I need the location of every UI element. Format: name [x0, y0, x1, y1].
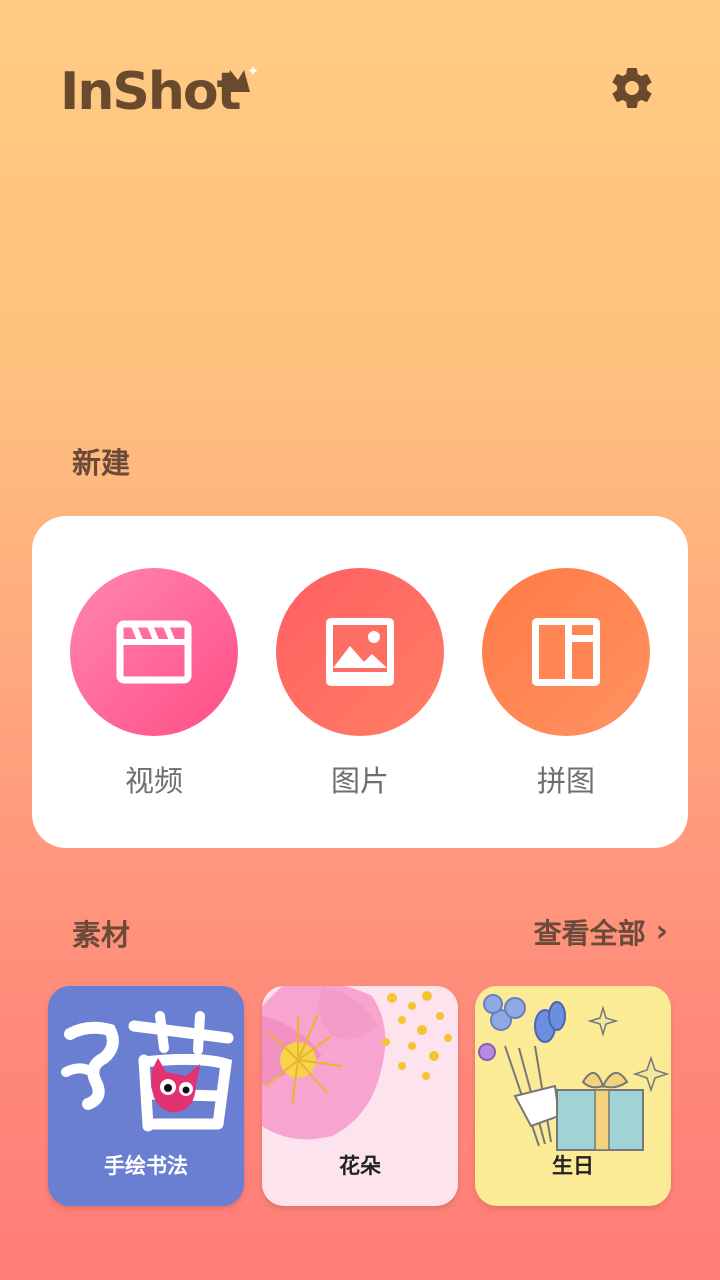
video-label: 视频 — [124, 764, 183, 798]
logo-text: InShot — [60, 62, 241, 122]
video-circle — [70, 568, 238, 736]
app-logo: InShot — [60, 60, 260, 124]
create-collage-button[interactable]: 拼图 — [481, 568, 651, 800]
tile-label-calligraphy: 手绘书法 — [104, 1154, 188, 1178]
material-tile-calligraphy[interactable]: 手绘书法 — [48, 986, 244, 1206]
tile-label-birthday: 生日 — [552, 1154, 594, 1178]
tile-label-flower: 花朵 — [339, 1154, 381, 1178]
view-all-link[interactable]: 查看全部 › — [534, 912, 668, 952]
photo-circle — [276, 568, 444, 736]
create-card: 视频 图片 拼图 — [32, 516, 688, 848]
material-section-title: 素材 — [72, 918, 131, 952]
view-all-label: 查看全部 — [533, 917, 646, 950]
gear-icon[interactable] — [608, 64, 656, 112]
chevron-right-icon: › — [655, 914, 668, 949]
collage-icon — [532, 618, 600, 686]
photo-label: 图片 — [330, 764, 389, 798]
create-video-button[interactable]: 视频 — [69, 568, 239, 800]
new-section-title: 新建 — [72, 446, 131, 480]
cat-ears-icon — [226, 66, 258, 92]
collage-circle — [482, 568, 650, 736]
image-icon — [326, 618, 394, 686]
collage-label: 拼图 — [536, 764, 595, 798]
material-tile-birthday[interactable]: 生日 — [475, 986, 671, 1206]
material-tile-flower[interactable]: 花朵 — [262, 986, 458, 1206]
clapperboard-icon — [116, 620, 192, 684]
create-photo-button[interactable]: 图片 — [275, 568, 445, 800]
